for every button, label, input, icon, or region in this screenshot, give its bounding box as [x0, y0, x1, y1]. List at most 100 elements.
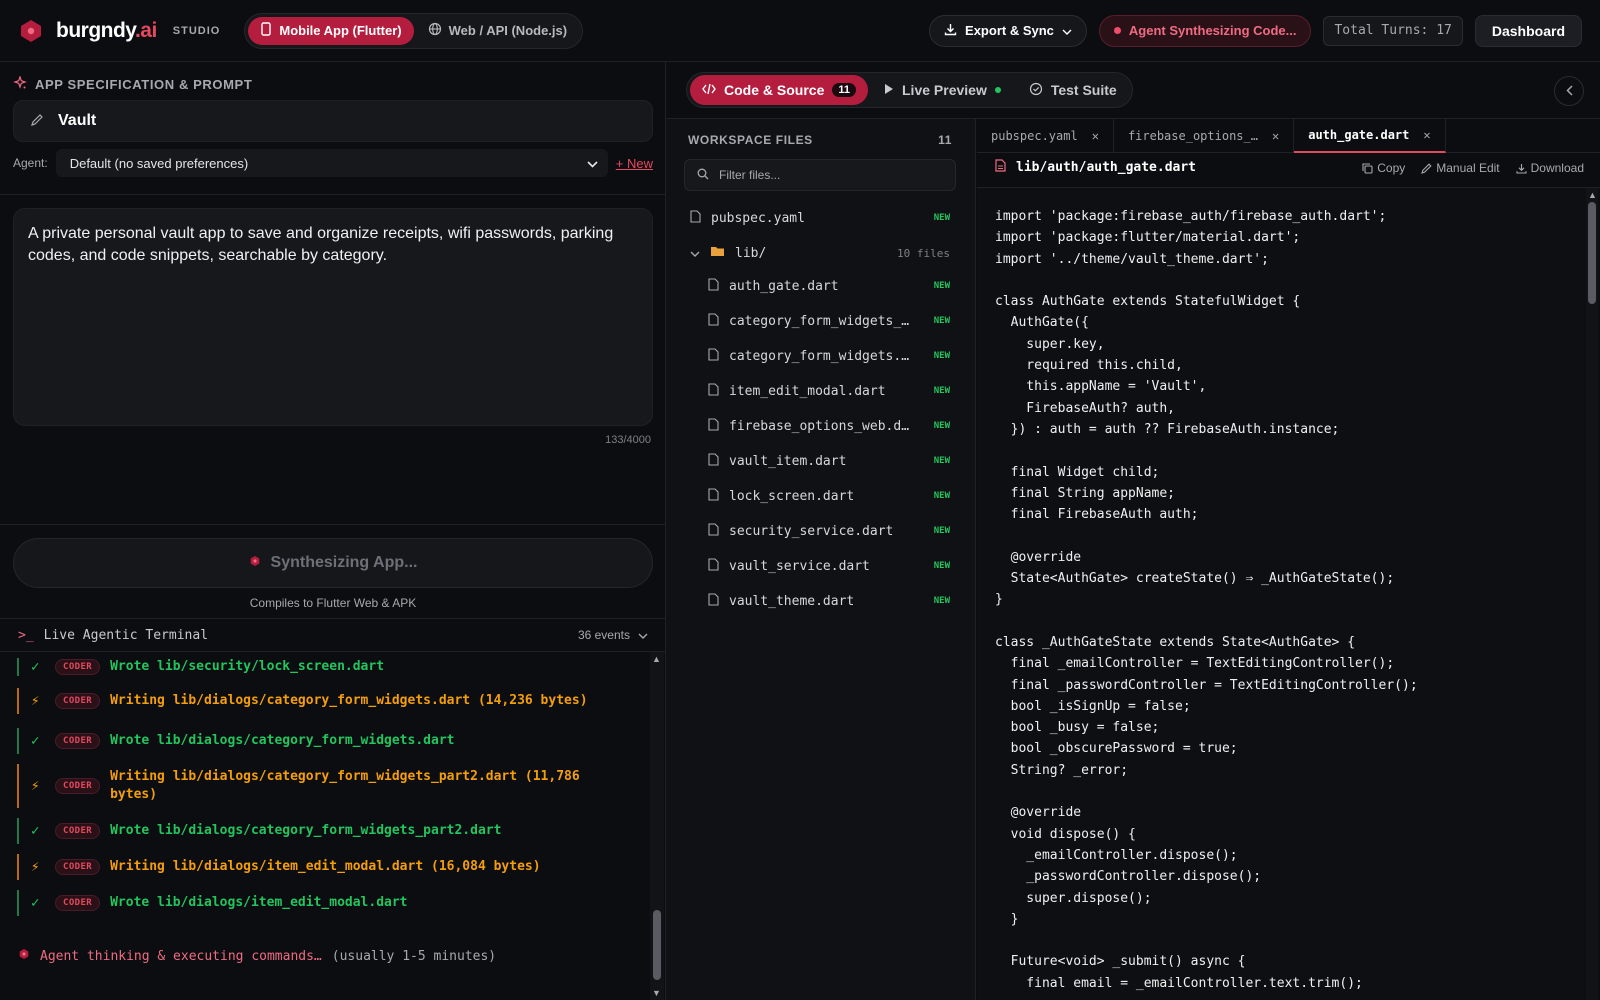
- synthesize-button[interactable]: Synthesizing App...: [13, 538, 653, 588]
- file-icon: [708, 417, 719, 435]
- coder-badge: CODER: [55, 823, 101, 839]
- file-icon: [708, 592, 719, 610]
- platform-tabs: Mobile App (Flutter) Web / API (Node.js): [244, 12, 584, 49]
- prompt-textarea[interactable]: A private personal vault app to save and…: [13, 208, 653, 426]
- app-name-field[interactable]: Vault: [13, 100, 653, 142]
- chevron-down-icon: [1062, 23, 1072, 38]
- agent-select[interactable]: Default (no saved preferences): [55, 149, 608, 177]
- close-icon[interactable]: ✕: [1092, 129, 1099, 143]
- editor-tabs: pubspec.yaml ✕ firebase_options_… ✕ auth…: [977, 119, 1600, 153]
- new-tag: NEW: [933, 386, 950, 396]
- divider: [0, 524, 666, 525]
- terminal-header[interactable]: >_ Live Agentic Terminal 36 events: [0, 618, 666, 652]
- new-tag: NEW: [933, 456, 950, 466]
- phone-icon: [260, 22, 272, 39]
- folder-count: 10 files: [897, 246, 950, 260]
- spinner-icon: [18, 948, 30, 964]
- pencil-icon: [30, 113, 44, 130]
- log-entry: ⚡ CODER Writing lib/dialogs/category_for…: [17, 764, 637, 808]
- tab-code-source-label: Code & Source: [724, 82, 825, 98]
- manual-edit-button[interactable]: Manual Edit: [1421, 161, 1500, 175]
- new-tag: NEW: [933, 351, 950, 361]
- new-agent-link[interactable]: + New: [616, 156, 653, 171]
- editor-scrollbar[interactable]: ▲: [1586, 188, 1598, 1000]
- file-item[interactable]: category_form_widgets_part2.dart NEW: [708, 304, 950, 338]
- file-name: vault_theme.dart: [729, 593, 855, 609]
- check-icon: ✓: [31, 659, 40, 675]
- new-tag: NEW: [933, 526, 950, 536]
- file-item[interactable]: item_edit_modal.dart NEW: [708, 374, 950, 408]
- code-content[interactable]: import 'package:firebase_auth/firebase_a…: [995, 206, 1418, 994]
- code-view[interactable]: import 'package:firebase_auth/firebase_a…: [977, 187, 1600, 1000]
- close-icon[interactable]: ✕: [1423, 128, 1430, 142]
- brand-name[interactable]: burgndy.ai: [56, 19, 157, 43]
- file-item[interactable]: lock_screen.dart NEW: [708, 479, 950, 513]
- file-item[interactable]: auth_gate.dart NEW: [708, 269, 950, 303]
- editor-tab[interactable]: pubspec.yaml ✕: [977, 119, 1114, 153]
- tab-web-api[interactable]: Web / API (Node.js): [416, 17, 579, 45]
- tab-web-api-label: Web / API (Node.js): [448, 23, 568, 38]
- filter-files-input[interactable]: Filter files...: [684, 159, 956, 191]
- compiles-note: Compiles to Flutter Web & APK: [249, 596, 417, 610]
- file-name: security_service.dart: [729, 523, 894, 539]
- log-entry: ✓ CODER Wrote lib/security/lock_screen.d…: [17, 658, 637, 676]
- scroll-down-icon[interactable]: ▼: [652, 988, 661, 998]
- brand-logo-icon[interactable]: [18, 18, 44, 44]
- search-icon: [697, 168, 709, 183]
- file-explorer-title: WORKSPACE FILES: [688, 133, 813, 147]
- editor-tab[interactable]: firebase_options_… ✕: [1114, 119, 1295, 153]
- log-message: Writing lib/dialogs/category_form_widget…: [110, 693, 588, 708]
- file-item[interactable]: firebase_options_web.dart NEW: [708, 409, 950, 443]
- file-item[interactable]: vault_service.dart NEW: [708, 549, 950, 583]
- tab-live-preview[interactable]: Live Preview: [872, 75, 1013, 105]
- pencil-icon: [1421, 162, 1432, 174]
- check-icon: ✓: [31, 733, 40, 749]
- file-item[interactable]: pubspec.yaml NEW: [690, 201, 950, 235]
- new-tag: NEW: [933, 421, 950, 431]
- agent-label: Agent:: [13, 156, 48, 170]
- agent-row: Agent: Default (no saved preferences) + …: [13, 148, 653, 178]
- file-item[interactable]: vault_theme.dart NEW: [708, 584, 950, 618]
- lightning-icon: ⚡: [31, 778, 40, 794]
- terminal-events[interactable]: 36 events: [578, 628, 648, 642]
- new-tag: NEW: [933, 491, 950, 501]
- tab-code-source[interactable]: Code & Source 11: [690, 75, 868, 105]
- tab-mobile-app[interactable]: Mobile App (Flutter): [248, 16, 414, 45]
- dashboard-button[interactable]: Dashboard: [1474, 14, 1582, 47]
- editor-tab-label: firebase_options_…: [1127, 129, 1258, 143]
- terminal-log: ✓ CODER Wrote lib/security/lock_screen.d…: [0, 652, 650, 1000]
- export-sync-button[interactable]: Export & Sync: [929, 14, 1087, 47]
- code-icon: [702, 82, 716, 98]
- top-bar-actions: Export & Sync Agent Synthesizing Code...…: [929, 14, 1582, 47]
- editor-tab-active[interactable]: auth_gate.dart ✕: [1294, 119, 1446, 153]
- copy-button[interactable]: Copy: [1362, 161, 1405, 175]
- copy-icon: [1362, 162, 1373, 174]
- sparkle-icon: [13, 75, 27, 93]
- scrollbar-thumb[interactable]: [1588, 202, 1596, 304]
- file-explorer-header: WORKSPACE FILES 11: [688, 133, 952, 147]
- terminal-scrollbar[interactable]: ▲ ▼: [650, 652, 664, 1000]
- file-name: auth_gate.dart: [729, 278, 839, 294]
- download-button[interactable]: Download: [1516, 161, 1584, 175]
- folder-item[interactable]: lib/ 10 files: [690, 236, 950, 270]
- log-message: Wrote lib/dialogs/category_form_widgets.…: [110, 733, 455, 748]
- tab-test-suite[interactable]: Test Suite: [1017, 75, 1129, 105]
- synthesize-label: Synthesizing App...: [270, 554, 418, 571]
- file-name: item_edit_modal.dart: [729, 383, 886, 399]
- scrollbar-thumb[interactable]: [653, 910, 661, 980]
- agent-status-badge: Agent Synthesizing Code...: [1098, 14, 1312, 47]
- file-item[interactable]: category_form_widgets.dart NEW: [708, 339, 950, 373]
- thinking-hint: (usually 1-5 minutes): [331, 948, 497, 964]
- collapse-panel-button[interactable]: [1554, 76, 1584, 106]
- file-item[interactable]: vault_item.dart NEW: [708, 444, 950, 478]
- code-editor: pubspec.yaml ✕ firebase_options_… ✕ auth…: [977, 119, 1600, 1000]
- close-icon[interactable]: ✕: [1272, 129, 1279, 143]
- log-entry: ✓ CODER Wrote lib/dialogs/item_edit_moda…: [17, 890, 637, 916]
- file-item[interactable]: security_service.dart NEW: [708, 514, 950, 548]
- new-tag: NEW: [933, 213, 950, 223]
- log-message: Writing lib/dialogs/item_edit_modal.dart…: [110, 859, 541, 874]
- scroll-up-icon[interactable]: ▲: [1588, 190, 1597, 200]
- agent-select-value: Default (no saved preferences): [69, 155, 249, 171]
- editor-file-path: lib/auth/auth_gate.dart: [995, 159, 1196, 176]
- scroll-up-icon[interactable]: ▲: [652, 654, 661, 664]
